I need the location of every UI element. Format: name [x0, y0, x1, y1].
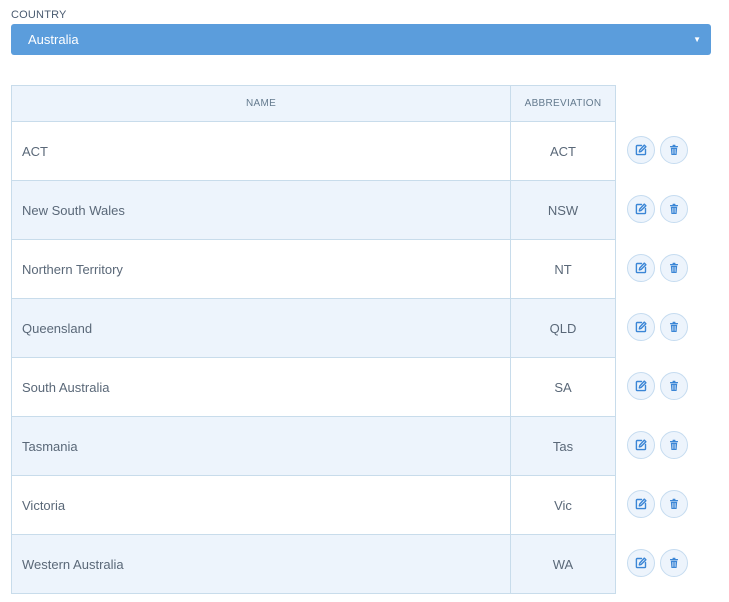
state-abbreviation-cell: SA [510, 357, 616, 417]
state-abbreviation-cell: QLD [510, 298, 616, 358]
edit-button[interactable] [627, 372, 655, 400]
country-select[interactable]: Australia ▼ [11, 24, 711, 55]
name-column-header[interactable]: NAME [11, 85, 511, 122]
delete-button[interactable] [660, 313, 688, 341]
table-row: Victoria Vic [11, 475, 616, 535]
state-name-cell: Northern Territory [11, 239, 511, 299]
table-row: New South Wales NSW [11, 180, 616, 240]
edit-button[interactable] [627, 136, 655, 164]
states-table: NAME ABBREVIATION ACT ACT New South Wales N… [11, 85, 616, 594]
country-label: COUNTRY [11, 9, 67, 21]
row-action-group [627, 490, 689, 520]
delete-button[interactable] [660, 431, 688, 459]
row-action-group [627, 195, 689, 225]
state-abbreviation-cell: WA [510, 534, 616, 594]
state-abbreviation-cell: Vic [510, 475, 616, 535]
table-header-row: NAME ABBREVIATION [11, 85, 616, 122]
table-row: Northern Territory NT [11, 239, 616, 299]
state-name-cell: Tasmania [11, 416, 511, 476]
state-abbreviation-cell: Tas [510, 416, 616, 476]
state-name-cell: New South Wales [11, 180, 511, 240]
delete-button[interactable] [660, 254, 688, 282]
state-list-page: COUNTRY Australia ▼ NAME ABBREVIATION AC… [0, 0, 729, 602]
edit-button[interactable] [627, 195, 655, 223]
state-name-cell: ACT [11, 121, 511, 181]
delete-button[interactable] [660, 136, 688, 164]
row-action-group [627, 254, 689, 284]
row-action-group [627, 431, 689, 461]
edit-button[interactable] [627, 431, 655, 459]
caret-down-icon: ▼ [693, 35, 701, 44]
states-table-wrapper: NAME ABBREVIATION ACT ACT New South Wales N… [11, 85, 616, 594]
table-row: ACT ACT [11, 121, 616, 181]
edit-button[interactable] [627, 313, 655, 341]
delete-button[interactable] [660, 549, 688, 577]
row-action-group [627, 372, 689, 402]
edit-button[interactable] [627, 549, 655, 577]
country-select-value: Australia [28, 32, 79, 47]
delete-button[interactable] [660, 195, 688, 223]
state-abbreviation-cell: NT [510, 239, 616, 299]
delete-button[interactable] [660, 490, 688, 518]
table-row: South Australia SA [11, 357, 616, 417]
state-name-cell: Victoria [11, 475, 511, 535]
edit-button[interactable] [627, 490, 655, 518]
row-action-group [627, 313, 689, 343]
state-name-cell: Queensland [11, 298, 511, 358]
abbreviation-column-header[interactable]: ABBREVIATION [510, 85, 616, 122]
row-action-group [627, 136, 689, 166]
state-name-cell: South Australia [11, 357, 511, 417]
state-name-cell: Western Australia [11, 534, 511, 594]
table-row: Tasmania Tas [11, 416, 616, 476]
state-abbreviation-cell: NSW [510, 180, 616, 240]
row-action-group [627, 549, 689, 579]
state-abbreviation-cell: ACT [510, 121, 616, 181]
edit-button[interactable] [627, 254, 655, 282]
table-row: Queensland QLD [11, 298, 616, 358]
delete-button[interactable] [660, 372, 688, 400]
table-row: Western Australia WA [11, 534, 616, 594]
